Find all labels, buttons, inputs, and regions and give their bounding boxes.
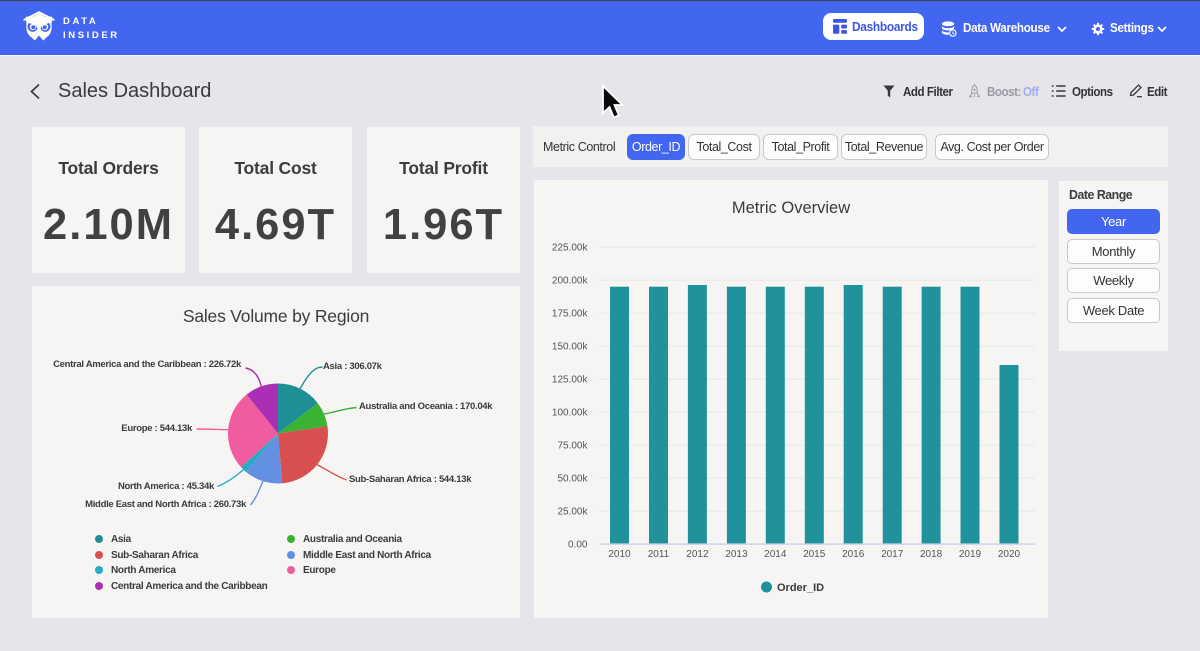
svg-text:225.00k: 225.00k [552,242,589,253]
svg-text:75.00k: 75.00k [557,440,588,451]
svg-text:150.00k: 150.00k [552,341,589,352]
svg-text:2019: 2019 [959,549,982,560]
svg-text:50.00k: 50.00k [557,473,588,484]
svg-text:2013: 2013 [725,549,748,560]
svg-text:Order_ID: Order_ID [777,582,824,594]
svg-text:2015: 2015 [803,549,826,560]
svg-text:200.00k: 200.00k [552,275,589,286]
svg-text:0.00: 0.00 [568,539,588,550]
svg-text:125.00k: 125.00k [552,374,589,385]
svg-text:2016: 2016 [842,549,865,560]
svg-text:2017: 2017 [881,549,904,560]
svg-text:100.00k: 100.00k [552,407,589,418]
svg-text:175.00k: 175.00k [552,308,589,319]
svg-text:2018: 2018 [920,549,943,560]
svg-text:25.00k: 25.00k [557,506,588,517]
svg-text:2020: 2020 [998,549,1021,560]
svg-text:2011: 2011 [648,549,670,560]
svg-text:2014: 2014 [764,549,787,560]
svg-text:2010: 2010 [608,549,631,560]
svg-text:2012: 2012 [686,549,709,560]
